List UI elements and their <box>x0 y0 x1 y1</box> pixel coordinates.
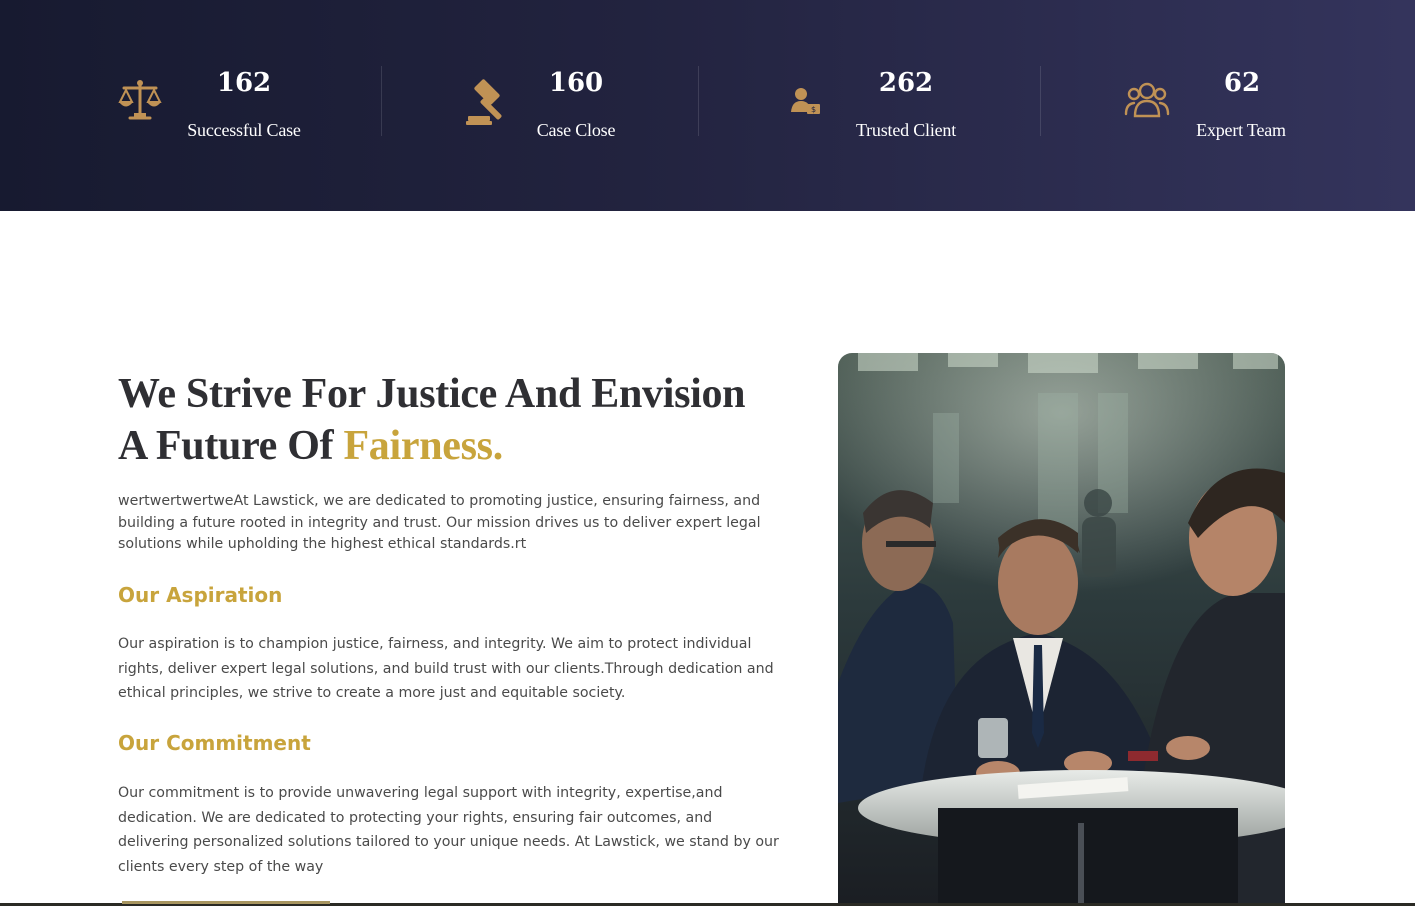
intro-paragraph: wertwertwertweAt Lawstick, we are dedica… <box>118 493 761 553</box>
stat-label: Trusted Client <box>855 120 957 140</box>
cta-button-edge[interactable] <box>122 901 330 904</box>
scales-of-justice-icon <box>118 78 162 126</box>
stat-divider <box>698 66 699 136</box>
stat-trusted-client: $ 262 Trusted Client <box>786 62 1026 142</box>
stat-value: 262 <box>878 68 934 98</box>
meeting-photo <box>838 353 1285 906</box>
stat-divider <box>1040 66 1041 136</box>
svg-text:$: $ <box>811 105 816 114</box>
stat-value: 162 <box>216 68 272 98</box>
stat-value: 160 <box>548 68 604 98</box>
stats-band: 162 Successful Case 160 Case Close $ 262… <box>0 0 1415 211</box>
stat-divider <box>381 66 382 136</box>
aspiration-title: Our Aspiration <box>118 583 283 607</box>
headline-line-2: A Future Of <box>118 423 344 469</box>
stat-expert-team: 62 Expert Team <box>1120 62 1320 142</box>
stat-label: Expert Team <box>1196 120 1286 140</box>
commitment-text: Our commitment is to provide unwavering … <box>118 785 779 875</box>
stat-label: Successful Case <box>187 120 301 140</box>
headline-line-1: We Strive For Justice And Envision <box>118 371 746 417</box>
stat-case-close: 160 Case Close <box>460 62 690 142</box>
aspiration-text: Our aspiration is to champion justice, f… <box>118 636 774 701</box>
client-person-icon: $ <box>790 86 822 122</box>
page-title: We Strive For Justice And Envision A Fut… <box>118 368 798 472</box>
stat-successful-case: 162 Successful Case <box>110 62 380 142</box>
stat-value: 62 <box>1223 68 1261 98</box>
stat-label: Case Close <box>536 120 616 140</box>
headline-accent: Fairness. <box>343 423 503 469</box>
commitment-title: Our Commitment <box>118 731 311 755</box>
